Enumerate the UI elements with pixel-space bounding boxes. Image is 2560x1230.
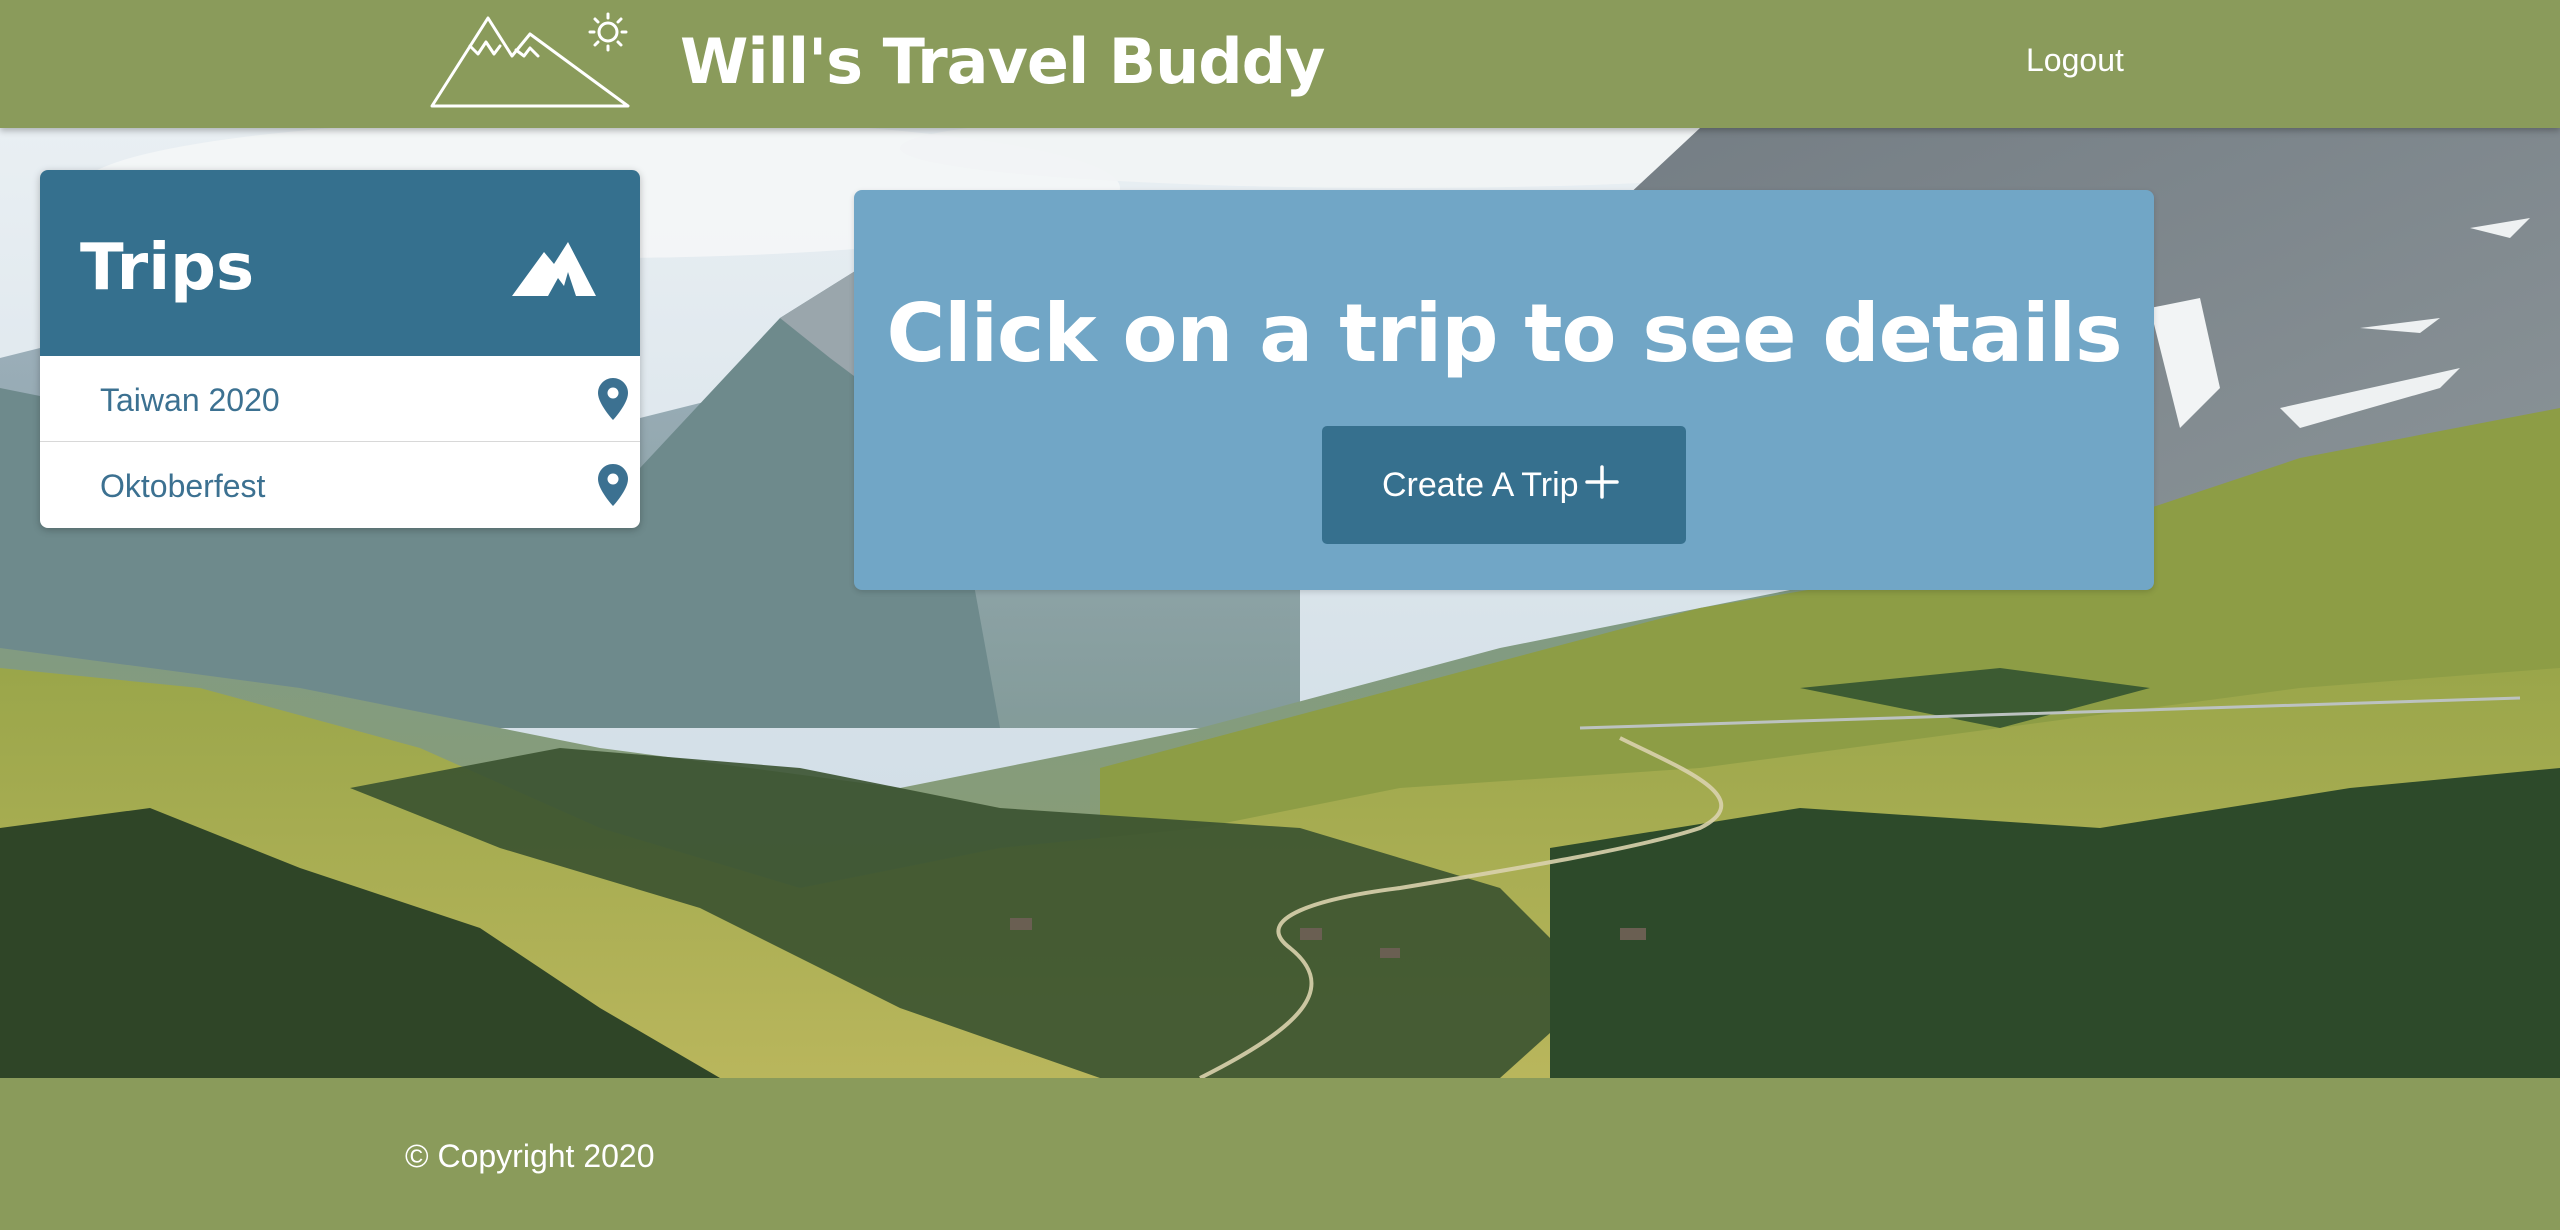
map-pin-icon [598,378,628,420]
mountains-icon [512,242,596,296]
plus-icon [1585,465,1619,499]
trips-title: Trips [80,231,255,305]
details-prompt-heading: Click on a trip to see details [886,287,2122,380]
map-pin-icon [598,464,628,506]
create-trip-label: Create A Trip [1382,466,1579,504]
top-navbar: Will's Travel Buddy Logout [0,0,2560,128]
app-title[interactable]: Will's Travel Buddy [680,24,1325,100]
trip-details-placeholder-card: Click on a trip to see details Create A … [854,190,2154,590]
copyright-text: © Copyright 2020 [405,1138,655,1174]
logout-link[interactable]: Logout [2026,42,2124,79]
trips-panel-header: Trips [40,170,640,356]
trip-item-oktoberfest[interactable]: Oktoberfest [40,442,640,528]
trip-item-taiwan-2020[interactable]: Taiwan 2020 [40,356,640,442]
trip-item-label: Oktoberfest [100,468,266,504]
mountain-sun-icon[interactable] [430,12,630,110]
create-trip-button[interactable]: Create A Trip [1322,426,1686,544]
trip-item-label: Taiwan 2020 [100,382,280,418]
footer: © Copyright 2020 [0,1078,2560,1230]
trips-panel: Trips Taiwan 2020 Oktoberfest [40,170,640,528]
